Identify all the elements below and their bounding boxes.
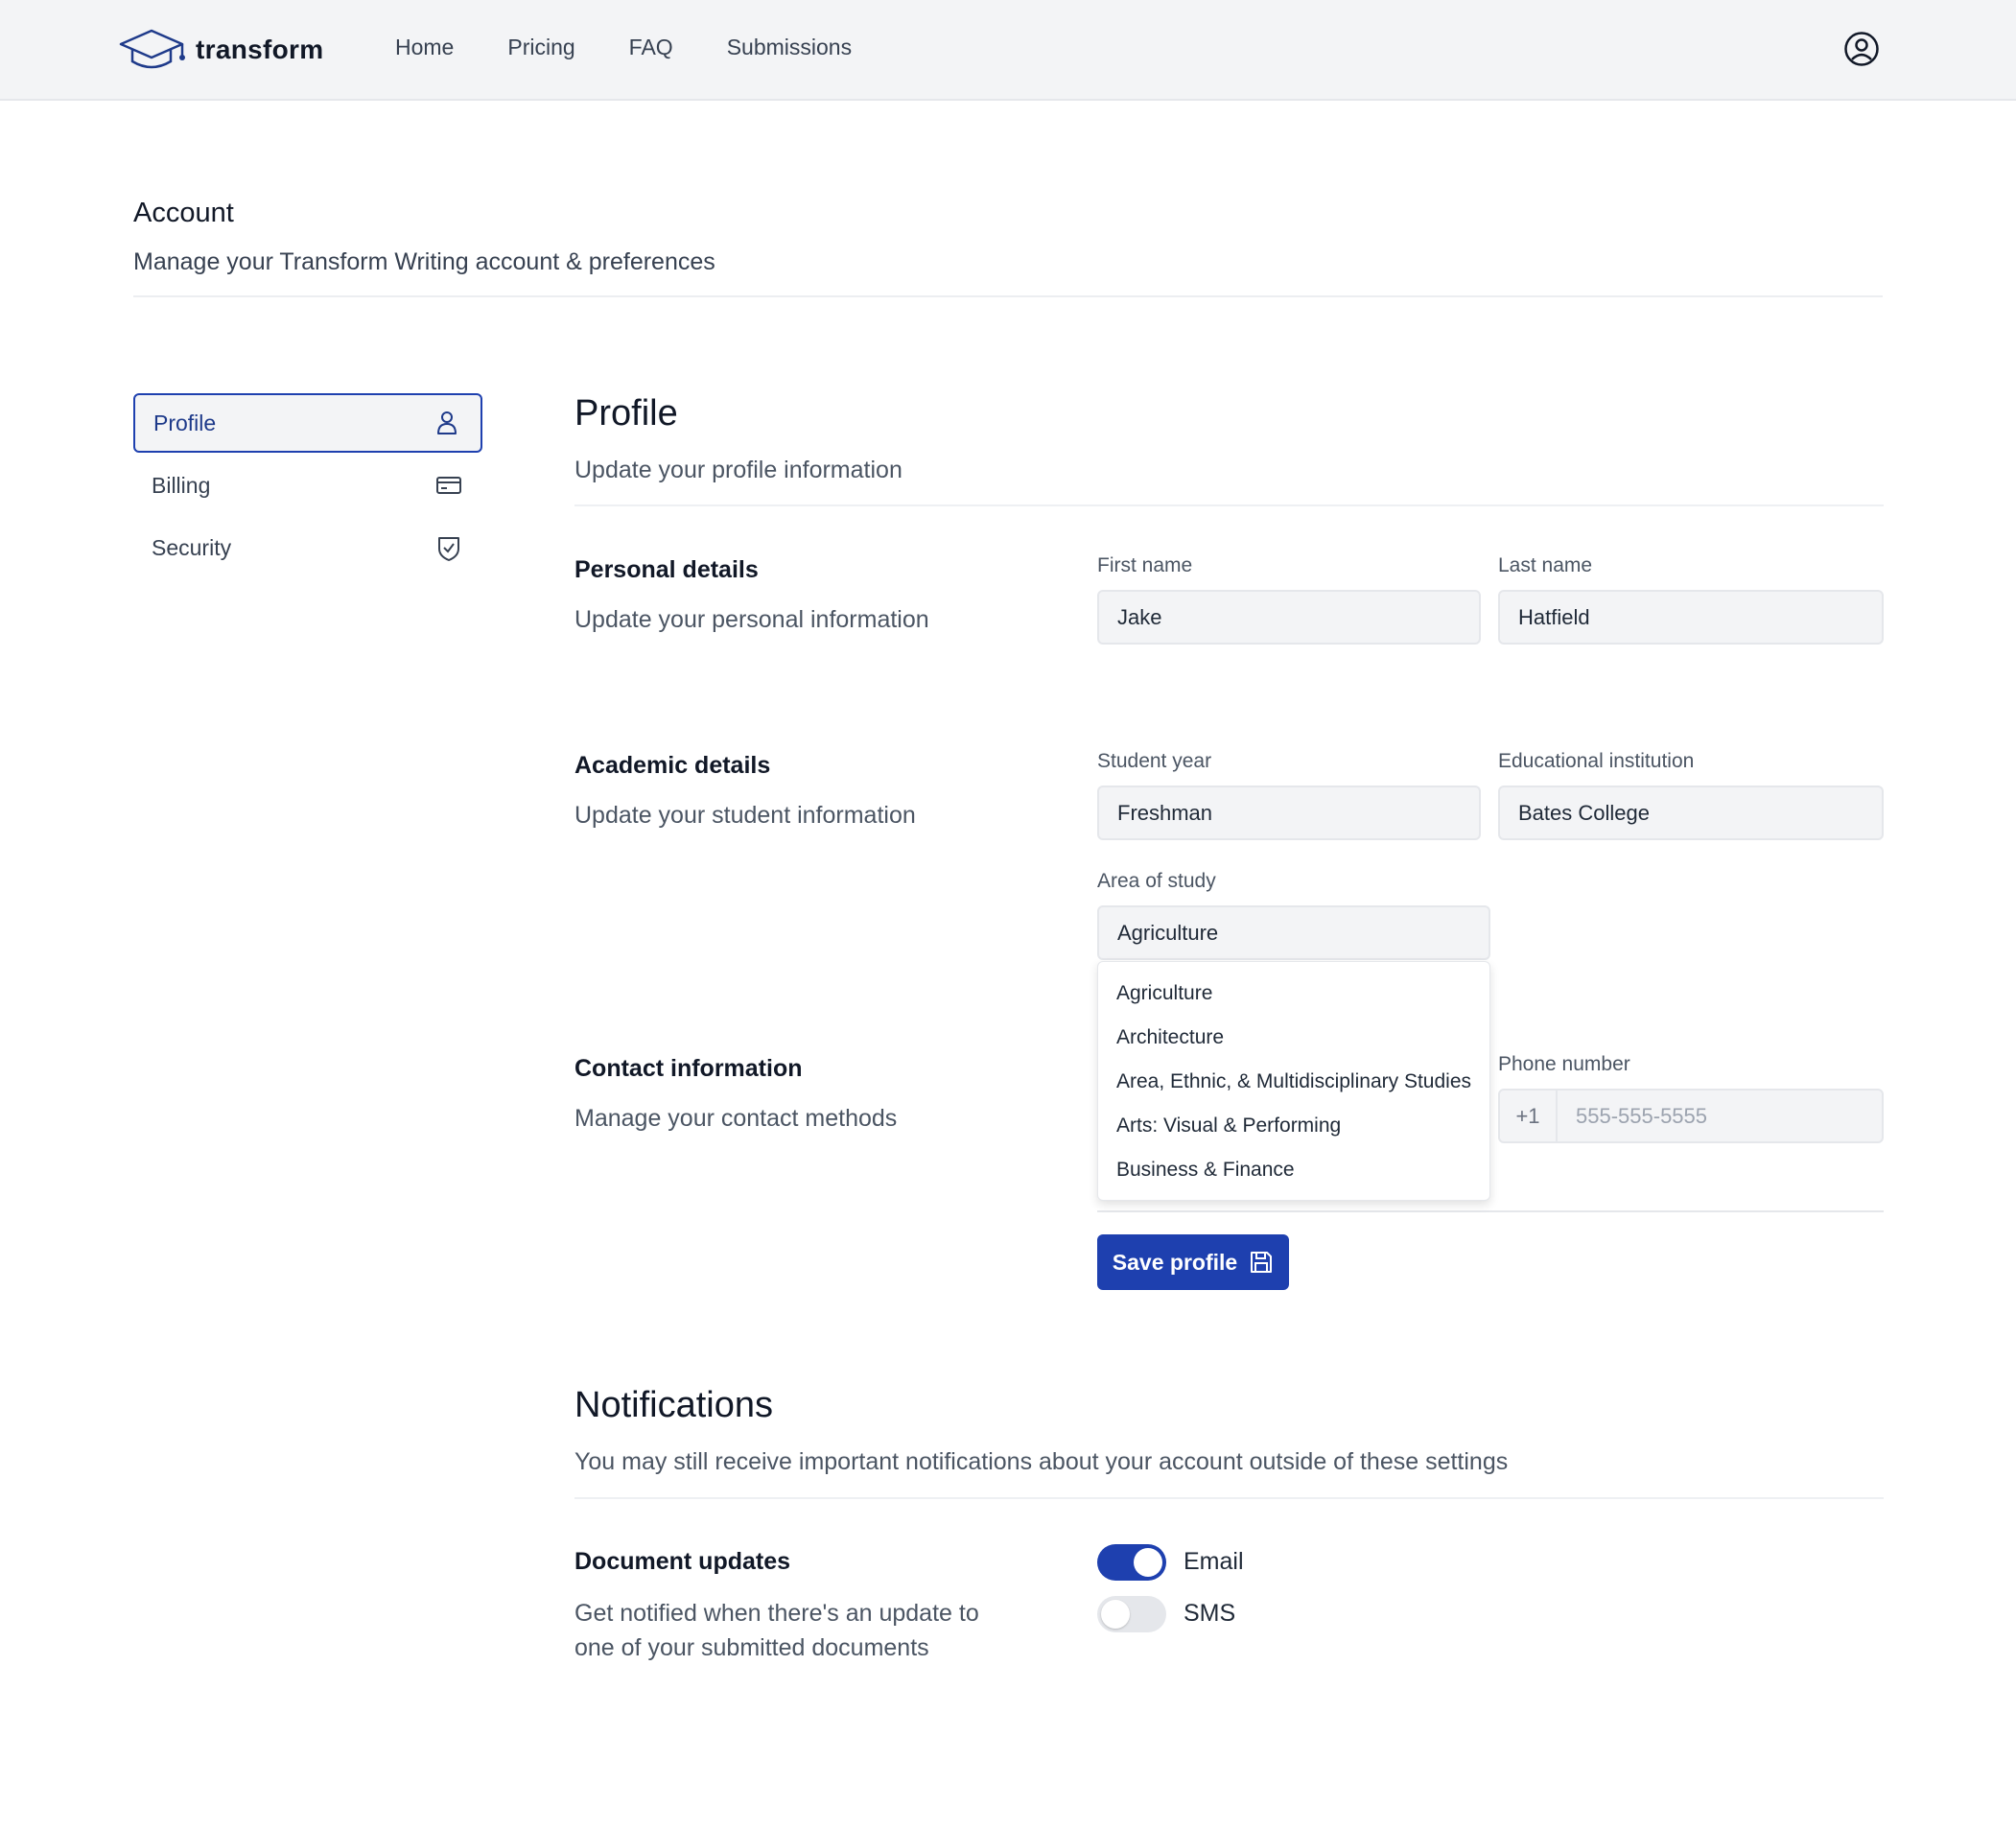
email-toggle[interactable] — [1097, 1544, 1166, 1581]
phone-number-label: Phone number — [1498, 1053, 1630, 1075]
notifications-title: Notifications — [574, 1385, 773, 1425]
first-name-label: First name — [1097, 554, 1193, 576]
document-updates-subtitle: Get notified when there's an update to o… — [574, 1600, 979, 1661]
nav-submissions[interactable]: Submissions — [727, 35, 852, 60]
document-updates-title: Document updates — [574, 1548, 791, 1575]
logo[interactable]: transform — [117, 25, 323, 75]
student-year-field[interactable]: Freshman — [1097, 786, 1481, 840]
nav-faq[interactable]: FAQ — [629, 35, 673, 60]
account-header: Account Manage your Transform Writing ac… — [133, 198, 1883, 297]
nav-pricing[interactable]: Pricing — [507, 35, 574, 60]
last-name-label: Last name — [1498, 554, 1593, 576]
dropdown-option[interactable]: Arts: Visual & Performing — [1098, 1104, 1489, 1148]
dropdown-option[interactable]: Business & Finance — [1098, 1148, 1489, 1192]
main-nav: Home Pricing FAQ Submissions — [395, 35, 852, 60]
sms-toggle-label: SMS — [1184, 1600, 1236, 1627]
last-name-field[interactable]: Hatfield — [1498, 590, 1884, 645]
first-name-field[interactable]: Jake — [1097, 590, 1481, 645]
dropdown-option[interactable]: Agriculture — [1098, 972, 1489, 1016]
profile-title: Profile — [574, 393, 678, 434]
notifications-subtitle: You may still receive important notifica… — [574, 1448, 1509, 1475]
account-subtitle: Manage your Transform Writing account & … — [133, 248, 715, 275]
academic-details-title: Academic details — [574, 752, 771, 779]
personal-details-title: Personal details — [574, 556, 759, 583]
phone-country-code[interactable]: +1 — [1500, 1091, 1558, 1141]
account-title: Account — [133, 198, 234, 228]
floppy-disk-icon — [1251, 1252, 1273, 1273]
sidebar-item-billing[interactable]: Billing — [133, 456, 482, 515]
contact-info-subtitle: Manage your contact methods — [574, 1105, 898, 1132]
sidebar-item-label: Security — [152, 534, 232, 560]
contact-info-title: Contact information — [574, 1055, 803, 1082]
dropdown-option[interactable]: Area, Ethnic, & Multidisciplinary Studie… — [1098, 1060, 1489, 1104]
brand-name: transform — [196, 35, 324, 64]
academic-details-subtitle: Update your student information — [574, 802, 916, 829]
user-circle-icon[interactable] — [1843, 31, 1880, 67]
graduation-cap-icon — [119, 29, 185, 69]
save-profile-button[interactable]: Save profile — [1097, 1234, 1289, 1290]
sidebar-item-security[interactable]: Security — [133, 518, 482, 577]
institution-field[interactable]: Bates College — [1498, 786, 1884, 840]
personal-details-subtitle: Update your personal information — [574, 606, 929, 633]
phone-number-field[interactable]: +1 555-555-5555 — [1498, 1089, 1884, 1143]
sms-toggle[interactable] — [1097, 1596, 1166, 1632]
credit-card-icon — [436, 477, 461, 494]
phone-placeholder[interactable]: 555-555-5555 — [1558, 1104, 1707, 1129]
profile-subtitle: Update your profile information — [574, 457, 903, 483]
shield-check-icon — [438, 537, 459, 561]
area-of-study-dropdown: Agriculture Architecture Area, Ethnic, &… — [1097, 961, 1490, 1201]
sidebar-item-label: Profile — [153, 410, 217, 435]
user-icon — [437, 411, 457, 434]
save-profile-label: Save profile — [1112, 1249, 1238, 1275]
institution-label: Educational institution — [1498, 750, 1695, 772]
sidebar-item-label: Billing — [152, 472, 211, 498]
divider — [574, 1497, 1884, 1499]
sidebar-item-profile[interactable]: Profile — [133, 393, 482, 453]
nav-home[interactable]: Home — [395, 35, 454, 60]
dropdown-option[interactable]: Architecture — [1098, 1016, 1489, 1060]
toggle-knob — [1134, 1548, 1162, 1577]
settings-sidebar: Profile Billing Security — [133, 393, 482, 577]
top-navbar: transform Home Pricing FAQ Submissions — [0, 0, 2016, 101]
student-year-label: Student year — [1097, 750, 1212, 772]
divider — [574, 504, 1884, 506]
email-toggle-label: Email — [1184, 1548, 1244, 1575]
area-of-study-select[interactable]: Agriculture — [1097, 905, 1490, 960]
divider — [1097, 1210, 1884, 1212]
toggle-knob — [1101, 1600, 1130, 1629]
area-of-study-label: Area of study — [1097, 870, 1216, 892]
